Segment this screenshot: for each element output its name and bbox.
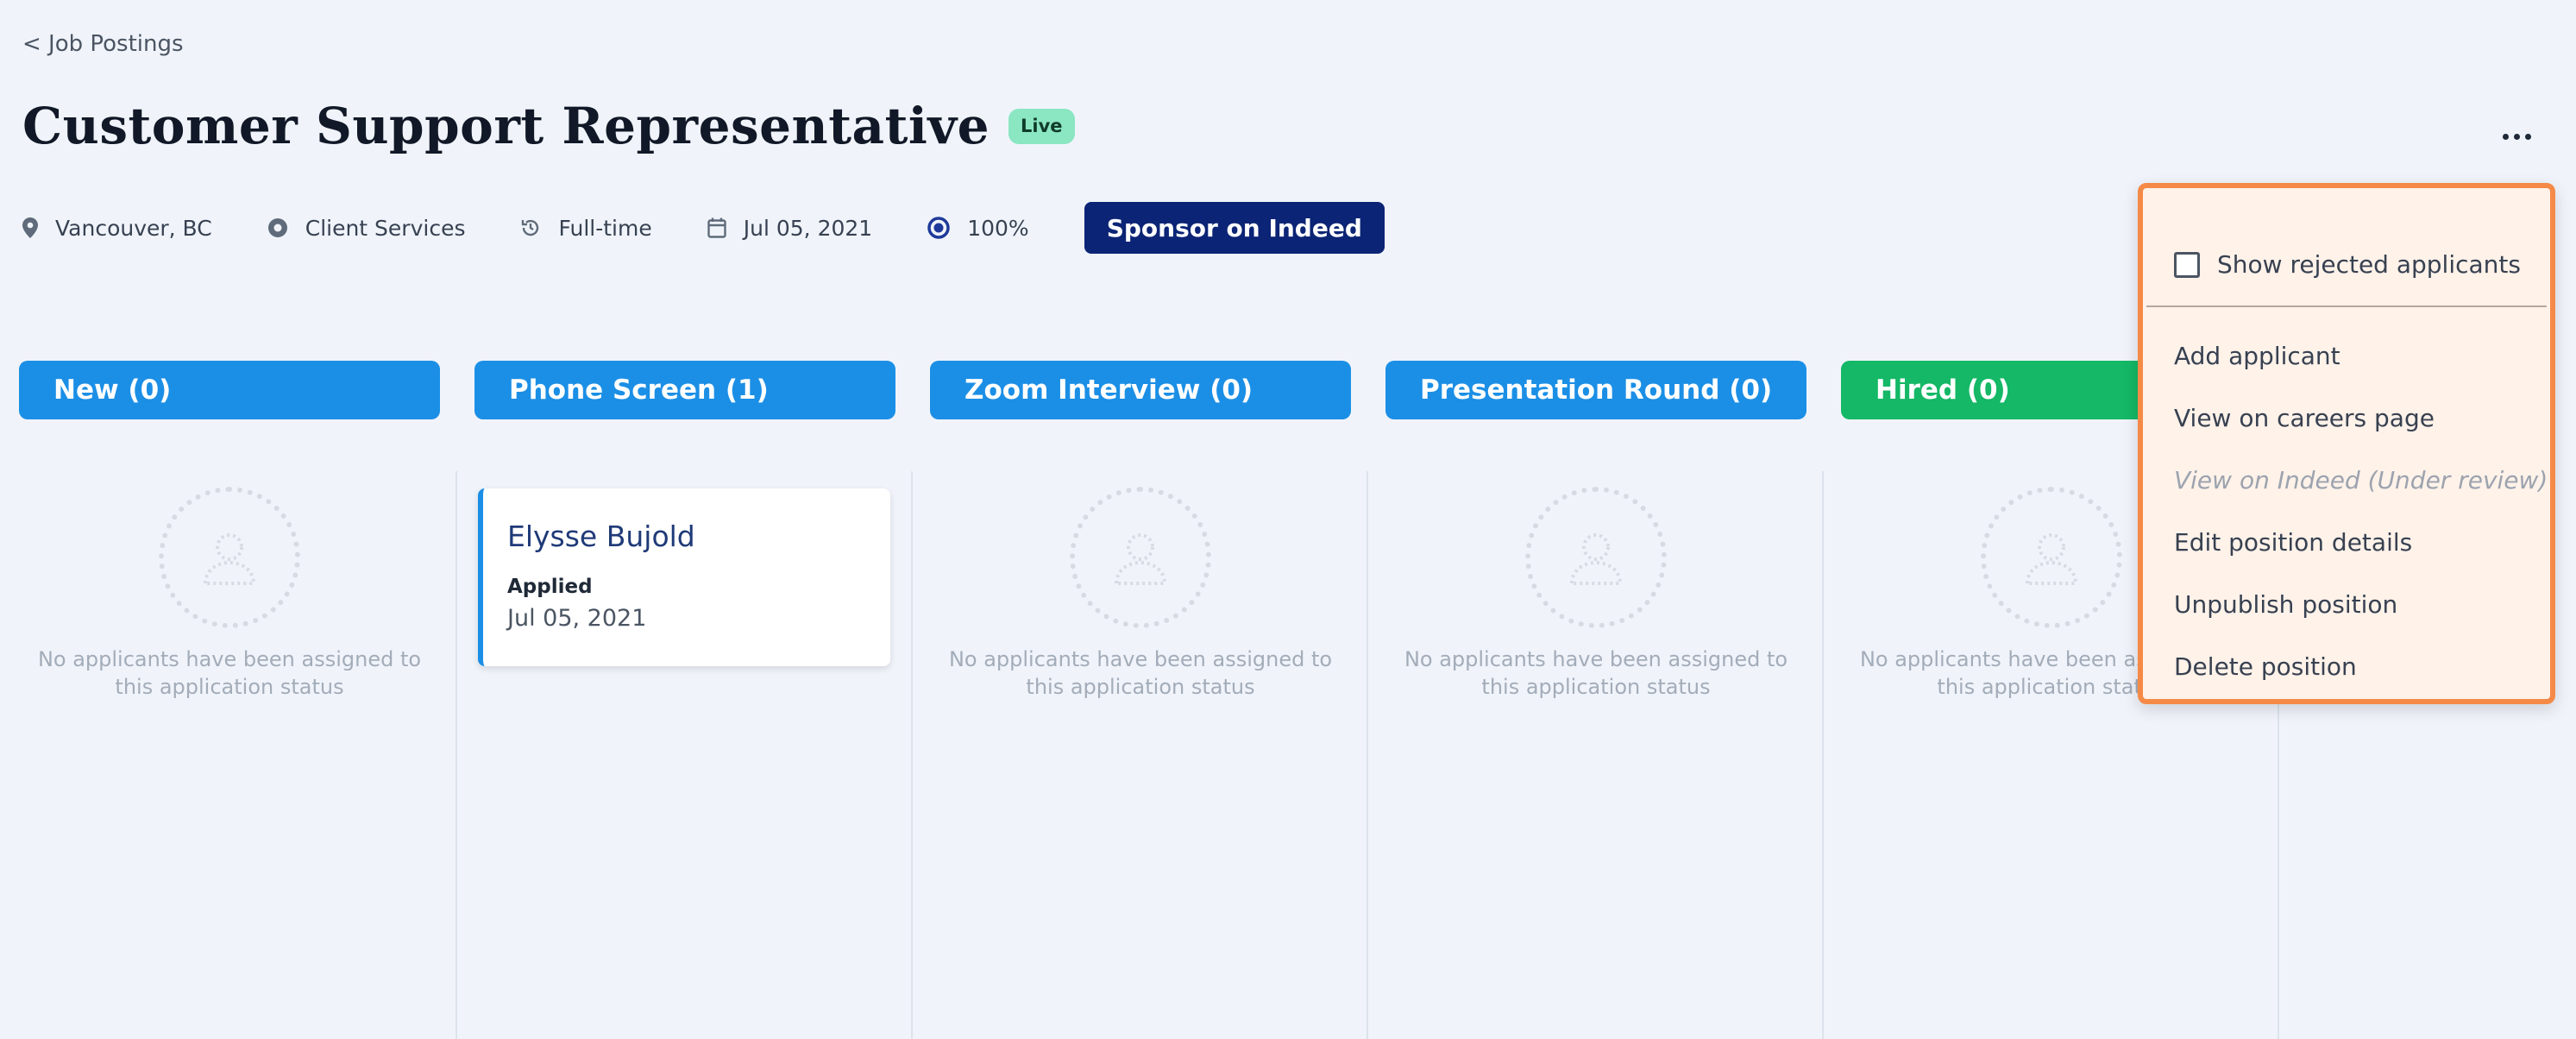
column-header-presentation-round[interactable]: Presentation Round (0)	[1385, 361, 1806, 419]
more-options-button[interactable]	[2495, 119, 2538, 154]
status-badge: Live	[1008, 108, 1075, 144]
empty-state: No applicants have been assigned to this…	[19, 487, 440, 701]
meta-date: Jul 05, 2021	[707, 216, 872, 241]
circle-dot-icon	[267, 218, 287, 237]
meta-row: Vancouver, BC Client Services Full-time	[22, 202, 1385, 254]
column-new: New (0) No applicants have been assigned…	[19, 361, 440, 1039]
column-divider	[456, 471, 457, 1039]
column-divider	[1367, 471, 1368, 1039]
empty-state-text: No applicants have been assigned to this…	[948, 647, 1333, 699]
calendar-icon	[707, 217, 726, 238]
page: < Job Postings Customer Support Represen…	[0, 0, 2576, 1039]
column-zoom-interview: Zoom Interview (0) No applicants have be…	[930, 361, 1351, 1039]
menu-item-edit-position[interactable]: Edit position details	[2174, 528, 2412, 557]
column-header-zoom-interview[interactable]: Zoom Interview (0)	[930, 361, 1351, 419]
page-title: Customer Support Representative	[22, 97, 990, 155]
meta-department: Client Services	[267, 215, 466, 241]
column-presentation-round: Presentation Round (0) No applicants hav…	[1385, 361, 1806, 1039]
empty-state: No applicants have been assigned to this…	[1385, 487, 1806, 701]
show-rejected-label[interactable]: Show rejected applicants	[2217, 250, 2521, 279]
user-placeholder-icon	[1525, 487, 1667, 628]
department-text: Client Services	[305, 215, 466, 241]
ellipsis-icon	[2502, 133, 2509, 140]
position-options-dropdown: Show rejected applicants Add applicant V…	[2138, 183, 2555, 704]
applicant-status: Applied	[507, 576, 593, 598]
menu-item-view-on-indeed: View on Indeed (Under review)	[2174, 466, 2548, 494]
menu-item-unpublish-position[interactable]: Unpublish position	[2174, 590, 2397, 619]
user-placeholder-icon	[159, 487, 300, 628]
menu-item-delete-position[interactable]: Delete position	[2174, 652, 2357, 681]
ellipsis-icon-dot	[2524, 133, 2531, 140]
meta-location: Vancouver, BC	[22, 216, 212, 241]
column-header-phone-screen[interactable]: Phone Screen (1)	[474, 361, 895, 419]
empty-state-text: No applicants have been assigned to this…	[1404, 647, 1788, 699]
breadcrumb-job-postings[interactable]: < Job Postings	[22, 31, 184, 57]
dropdown-divider	[2146, 305, 2547, 307]
employment-type-text: Full-time	[558, 215, 652, 241]
show-rejected-toggle[interactable]: Show rejected applicants	[2174, 250, 2521, 279]
column-divider	[1822, 471, 1824, 1039]
empty-state: No applicants have been assigned to this…	[930, 487, 1351, 701]
column-phone-screen: Phone Screen (1) Elysse Bujold Applied J…	[474, 361, 895, 1039]
menu-item-add-applicant[interactable]: Add applicant	[2174, 342, 2340, 370]
applicant-card[interactable]: Elysse Bujold Applied Jul 05, 2021	[478, 488, 890, 666]
progress-text: 100%	[967, 215, 1029, 241]
map-pin-icon	[22, 217, 38, 238]
column-header-new[interactable]: New (0)	[19, 361, 440, 419]
menu-item-view-careers-page[interactable]: View on careers page	[2174, 404, 2435, 432]
applicant-date: Jul 05, 2021	[507, 605, 647, 632]
location-text: Vancouver, BC	[55, 215, 212, 241]
empty-state-text: No applicants have been assigned to this…	[37, 647, 422, 699]
applicant-name[interactable]: Elysse Bujold	[507, 520, 890, 553]
meta-employment-type: Full-time	[520, 215, 652, 241]
column-divider	[911, 471, 913, 1039]
date-text: Jul 05, 2021	[743, 215, 873, 241]
ring-icon	[927, 217, 950, 239]
meta-progress: 100%	[927, 215, 1029, 241]
user-placeholder-icon	[1070, 487, 1211, 628]
user-placeholder-icon	[1981, 487, 2122, 628]
sponsor-on-indeed-button[interactable]: Sponsor on Indeed	[1084, 202, 1385, 254]
ellipsis-icon-dot	[2513, 133, 2520, 140]
clock-rotate-icon	[522, 219, 539, 236]
show-rejected-checkbox[interactable]	[2174, 251, 2200, 278]
title-row: Customer Support Representative Live	[22, 97, 1075, 155]
